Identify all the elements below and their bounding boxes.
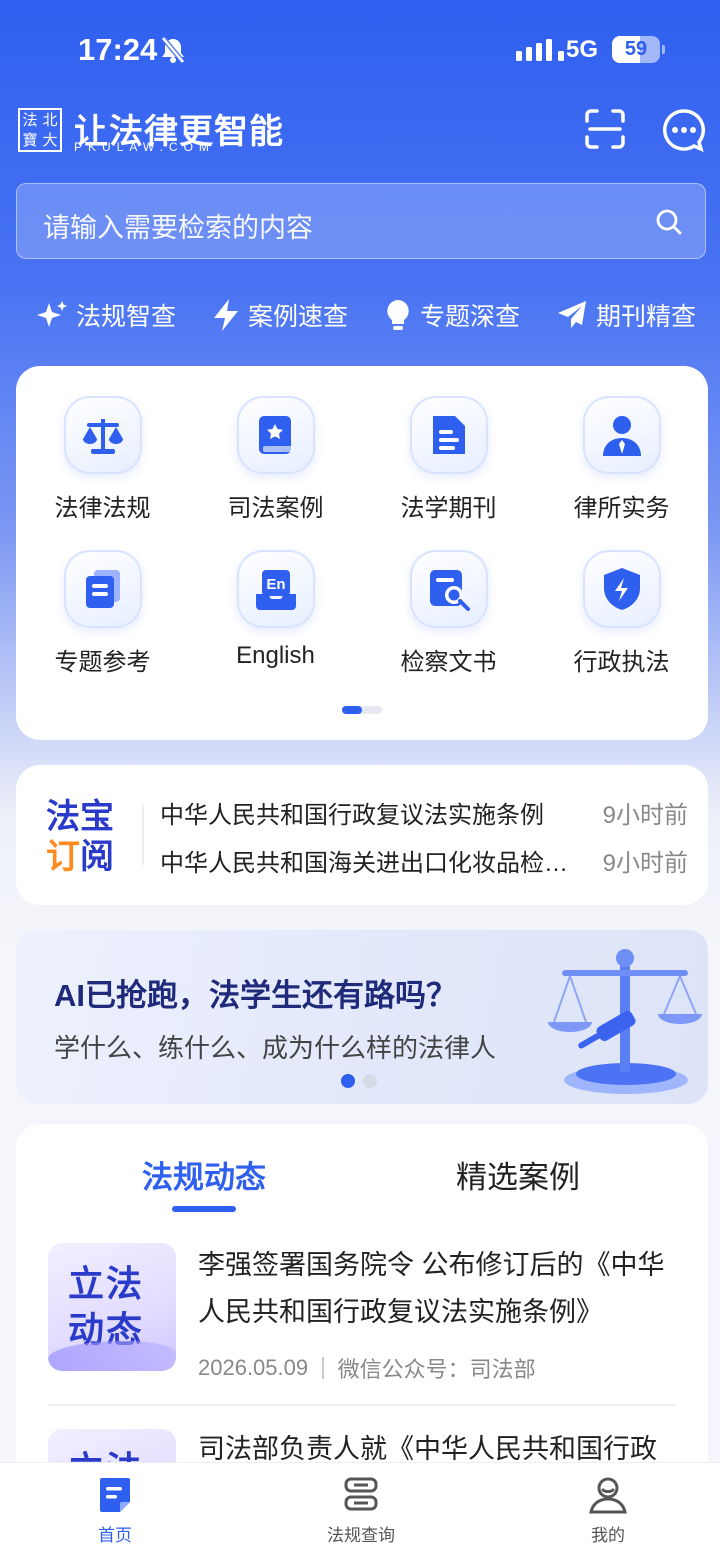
network-label: 5G — [566, 36, 599, 63]
home-doc-icon — [100, 1478, 130, 1512]
law-search-icon — [344, 1477, 378, 1511]
lightning-icon — [214, 299, 238, 331]
grid-item-procuratorial[interactable]: 检察文书 — [362, 550, 535, 677]
profile-icon — [589, 1477, 627, 1514]
tab-selected-cases[interactable]: 精选案例 — [456, 1152, 580, 1197]
chat-bubble-icon — [663, 109, 705, 153]
tabbar-home[interactable]: 首页 — [55, 1473, 175, 1546]
news-item[interactable]: 中华人民共和国海关进出口化妆品检验监督管理办法 9小时前 — [160, 843, 688, 878]
battery-icon: 59 — [612, 36, 660, 63]
bottom-tab-bar: 首页 法规查询 我的 — [0, 1462, 720, 1558]
status-time: 17:24 — [78, 32, 158, 67]
quick-tab-case-fast[interactable]: 案例速查 — [212, 295, 348, 335]
scales-icon — [82, 419, 123, 454]
grid-item-lawfirm[interactable]: 律所实务 — [535, 396, 708, 523]
banner-subtitle: 学什么、练什么、成为什么样的法律人 — [54, 1033, 497, 1063]
battery-nub — [662, 45, 665, 54]
grid-item-journal[interactable]: 法学期刊 — [362, 396, 535, 523]
search-icon — [656, 209, 682, 235]
grid-page-indicator — [342, 706, 382, 714]
journal-icon — [432, 416, 465, 454]
docs-stack-icon — [85, 570, 120, 608]
article-date: 2026.05.09 — [198, 1355, 309, 1380]
battery-percent: 59 — [624, 38, 648, 60]
fabao-subscribe-logo: 法宝 订阅 — [46, 797, 114, 877]
search-placeholder: 请输入需要检索的内容 — [43, 213, 313, 243]
news-item[interactable]: 中华人民共和国行政复议法实施条例 9小时前 — [160, 795, 688, 830]
article-source: 微信公众号：司法部 — [337, 1357, 536, 1382]
sparkle-icon — [37, 301, 67, 327]
promo-banner[interactable]: AI已抢跑，法学生还有路吗？ 学什么、练什么、成为什么样的法律人 — [16, 930, 708, 1104]
svg-text:En: En — [266, 576, 285, 593]
article-title[interactable]: 李强签署国务院令 公布修订后的《中华人民共和国行政复议法实施条例》 — [198, 1242, 688, 1336]
tab-underline — [172, 1206, 236, 1212]
quick-tab-journal[interactable]: 期刊精查 — [556, 295, 696, 335]
message-button[interactable] — [662, 108, 706, 153]
article-thumbnail: 立法动态 — [48, 1243, 176, 1371]
paper-plane-icon — [558, 301, 586, 328]
justice-scales-illustration — [548, 949, 702, 1094]
domain-text: PKULAW.COM — [74, 140, 215, 154]
doc-search-icon — [429, 570, 470, 611]
tab-legal-news[interactable]: 法规动态 — [142, 1152, 266, 1197]
banner-title: AI已抢跑，法学生还有路吗？ — [54, 978, 457, 1013]
banner-page-indicator — [341, 1074, 377, 1088]
case-book-icon — [258, 416, 293, 454]
bulb-icon — [387, 300, 409, 330]
grid-item-english[interactable]: En English — [189, 550, 362, 670]
search-input[interactable]: 请输入需要检索的内容 — [16, 183, 706, 259]
shield-bolt-icon — [603, 568, 640, 610]
feature-grid: 法律法规 司法案例 法学期刊 律所实务 专题参考 En English 检察文书… — [16, 366, 708, 740]
grid-item-admin-enforce[interactable]: 行政执法 — [535, 550, 708, 677]
pkulaw-logo: 法北寶大 — [18, 108, 62, 152]
bell-muted-icon — [160, 36, 186, 69]
news-ticker[interactable]: 法宝 订阅 中华人民共和国行政复议法实施条例 9小时前 中华人民共和国海关进出口… — [16, 765, 708, 905]
lawyer-icon — [602, 416, 641, 456]
ticker-divider — [142, 805, 144, 865]
scan-button[interactable] — [584, 108, 626, 150]
tabbar-law-search[interactable]: 法规查询 — [301, 1473, 421, 1546]
tabbar-profile[interactable]: 我的 — [548, 1473, 668, 1546]
english-icon: En — [255, 570, 296, 610]
grid-item-topic[interactable]: 专题参考 — [16, 550, 189, 677]
scan-icon — [585, 109, 625, 149]
signal-icon — [516, 39, 564, 61]
list-divider — [48, 1404, 676, 1406]
grid-item-case[interactable]: 司法案例 — [189, 396, 362, 523]
grid-item-law[interactable]: 法律法规 — [16, 396, 189, 523]
quick-tab-topic-deep[interactable]: 专题深查 — [384, 295, 520, 335]
article-meta: 2026.05.09 微信公众号：司法部 — [198, 1352, 536, 1384]
quick-tab-law-smart[interactable]: 法规智查 — [36, 295, 176, 335]
